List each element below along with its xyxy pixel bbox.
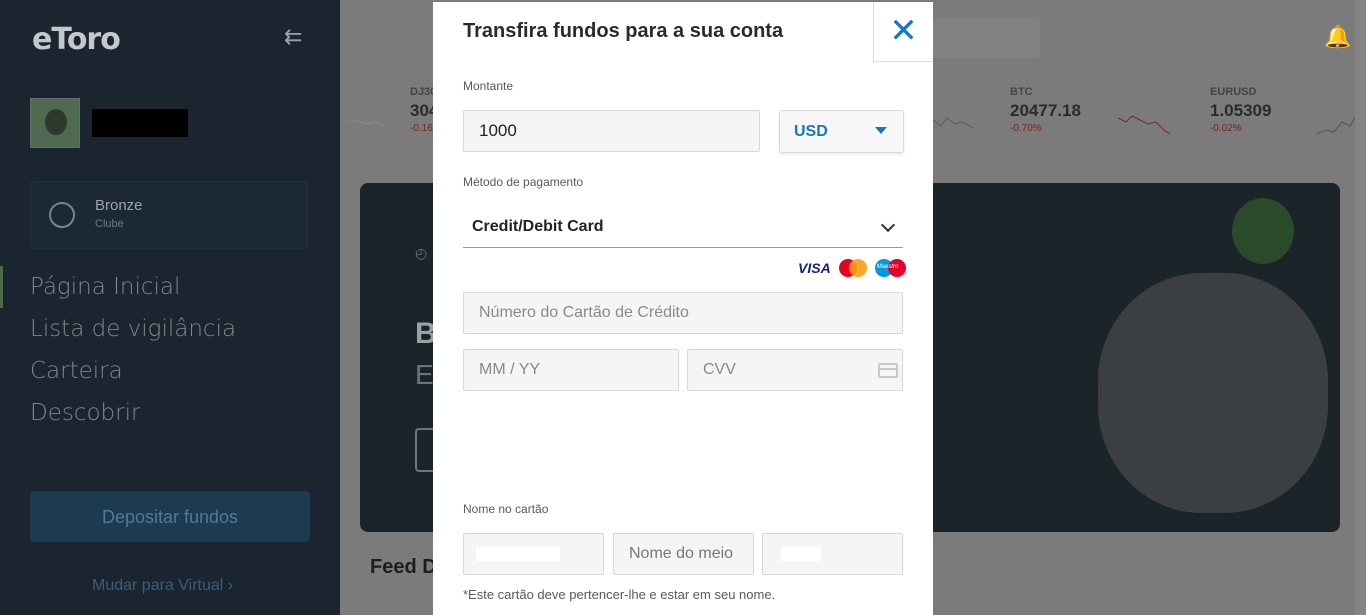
name-on-card-label: Nome no cartão (463, 502, 549, 516)
cvv-input[interactable]: CVV (687, 349, 903, 391)
maestro-logo: Maestro (874, 259, 907, 277)
ticker-symbol: BTC (1010, 86, 1033, 98)
chevron-down-icon (880, 217, 896, 233)
mastercard-logo (838, 259, 867, 277)
cvv-placeholder: CVV (703, 361, 736, 378)
collapse-sidebar-icon[interactable]: ⇇ (284, 26, 310, 48)
last-name-redacted (781, 547, 821, 561)
first-name-redacted (476, 547, 560, 561)
sidebar: eToro ⇇ Bronze Clube Página Inicial List… (0, 0, 340, 615)
payment-method-label: Método de pagamento (463, 175, 584, 189)
first-name-input[interactable] (463, 533, 604, 575)
nav-item-portfolio[interactable]: Carteira (30, 354, 236, 396)
card-brand-logos: VISA Maestro (798, 258, 907, 278)
ticker-change: -0.70% (1010, 123, 1042, 134)
etoro-logo[interactable]: eToro (32, 22, 121, 57)
username-redacted (92, 109, 188, 137)
ticker-sparkline (346, 119, 386, 127)
search-bar[interactable] (932, 18, 1040, 58)
modal-title: Transfira fundos para a sua conta (463, 20, 784, 42)
switch-to-virtual-link[interactable]: Mudar para Virtual › (92, 577, 233, 595)
currency-select[interactable]: USD (779, 110, 904, 153)
nav-active-indicator (0, 266, 3, 308)
close-button[interactable]: ✕ (873, 2, 933, 62)
middle-name-placeholder: Nome do meio (629, 545, 734, 562)
piggy-bank-illustration (1098, 273, 1328, 513)
banner-subtitle: E (415, 359, 434, 390)
ticker-sparkline (1118, 115, 1170, 135)
avatar[interactable] (30, 98, 80, 148)
deposit-funds-button[interactable]: Depositar fundos (30, 491, 310, 542)
club-icon (49, 202, 75, 228)
feed-title: Feed D (370, 556, 437, 578)
main-nav: Página Inicial Lista de vigilância Carte… (30, 270, 236, 438)
club-label: Clube (95, 218, 124, 230)
ticker-change: -0.02% (1210, 123, 1242, 134)
ticker-symbol: EURUSD (1210, 86, 1257, 98)
club-name: Bronze (95, 197, 143, 214)
nav-item-discover[interactable]: Descobrir (30, 396, 236, 438)
ticker-sparkline (933, 117, 973, 129)
card-ownership-note: *Este cartão deve pertencer-lhe e estar … (463, 587, 776, 602)
clock-icon: ◴ (415, 245, 428, 261)
visa-logo: VISA (798, 260, 831, 276)
credit-card-icon (878, 363, 898, 378)
bell-icon[interactable]: 🔔 (1324, 24, 1351, 50)
middle-name-input[interactable]: Nome do meio (613, 533, 754, 575)
ticker-btc[interactable]: BTC 20477.18 -0.70% (1010, 86, 1081, 134)
close-icon: ✕ (889, 11, 918, 51)
nav-item-watchlist[interactable]: Lista de vigilância (30, 312, 236, 354)
nav-item-home[interactable]: Página Inicial (30, 270, 236, 312)
ticker-price: 20477.18 (1010, 101, 1081, 120)
amount-input[interactable]: 1000 (463, 110, 760, 152)
club-card[interactable]: Bronze Clube (30, 181, 308, 249)
payment-method-select[interactable]: Credit/Debit Card (463, 206, 903, 248)
expiry-input[interactable]: MM / YY (463, 349, 679, 391)
page-scrollbar[interactable] (1355, 0, 1366, 615)
ticker-eurusd[interactable]: EURUSD 1.05309 -0.02% (1210, 86, 1271, 134)
ticker-sparkline (1316, 115, 1356, 135)
coin-illustration (1232, 198, 1294, 264)
payment-method-value: Credit/Debit Card (472, 218, 604, 235)
ticker-price: 1.05309 (1210, 101, 1272, 120)
card-number-input[interactable]: Número do Cartão de Crédito (463, 292, 903, 334)
currency-value: USD (794, 123, 828, 140)
caret-down-icon (875, 127, 887, 134)
deposit-modal: Transfira fundos para a sua conta ✕ Mont… (433, 2, 933, 615)
amount-label: Montante (463, 79, 514, 93)
last-name-input[interactable] (762, 533, 903, 575)
